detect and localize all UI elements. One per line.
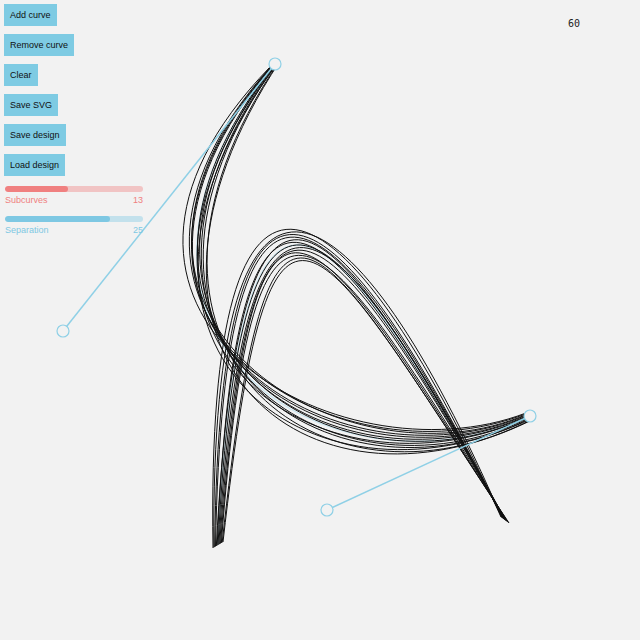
subcurve [216,237,504,546]
slider-label: Separation [5,225,49,236]
subcurve [221,253,508,544]
slider-value: 13 [133,195,143,206]
sketch-app: Add curve Remove curve Clear Save SVG Save d… [0,0,640,640]
action-button[interactable]: Load design [4,154,65,176]
action-button[interactable]: Add curve [4,4,57,26]
slider[interactable]: Separation 25 [5,214,143,236]
control-point[interactable] [321,504,333,516]
handle-line [327,416,530,510]
slider[interactable]: Subcurves 13 [5,184,143,206]
subcurve [218,245,505,545]
subcurve [192,65,528,437]
subcurve [201,63,531,445]
control-point[interactable] [524,410,536,422]
subcurve [191,66,528,436]
subcurve [203,63,532,448]
guide-curve [218,245,505,545]
guide-curve [197,64,530,441]
control-point[interactable] [57,325,69,337]
subcurve [192,66,528,433]
action-button[interactable]: Remove curve [4,34,74,56]
slider-fill [5,216,110,222]
slider-label: Subcurves [5,195,48,206]
action-button[interactable]: Save design [4,124,66,146]
subcurve [214,232,502,548]
subcurve [197,64,531,444]
subcurve [221,255,507,543]
subcurve [200,64,530,441]
control-panel: Add curve Remove curve Clear Save SVG Save d… [0,0,144,236]
subcurve [220,250,507,544]
slider-track[interactable] [5,186,143,192]
action-button[interactable]: Save SVG [4,94,58,116]
subcurve [197,65,529,440]
slider-fill [5,186,68,192]
subcurve [222,258,508,543]
frame-rate: 60 [568,18,580,29]
action-button[interactable]: Clear [4,64,38,86]
slider-track[interactable] [5,216,143,222]
handle-line [63,64,275,331]
curve-handles [57,58,536,516]
subcurve [223,261,509,542]
control-point[interactable] [269,58,281,70]
drawing-canvas[interactable] [0,0,640,640]
slider-value: 25 [133,225,143,236]
